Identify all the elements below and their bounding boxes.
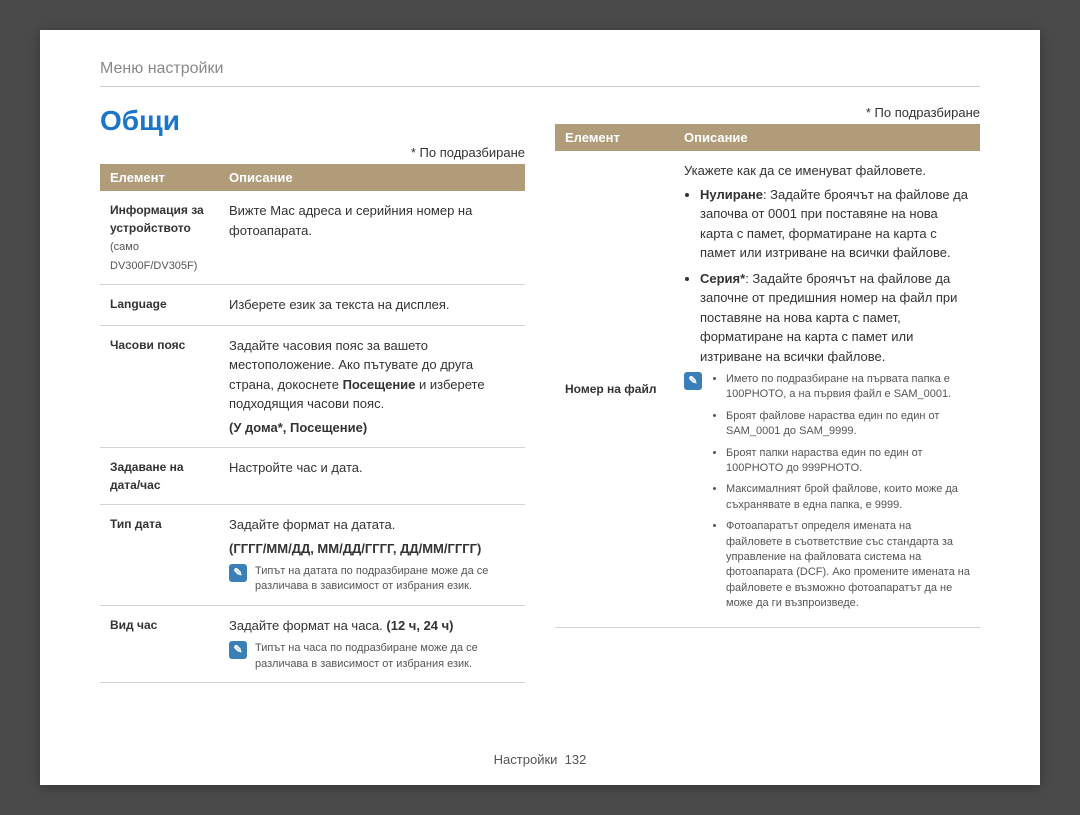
table-row: Номер на файл Укажете как да се именуват… (555, 151, 980, 628)
settings-table-right: Елемент Описание Номер на файл Укажете к… (555, 124, 980, 628)
table-row: Вид час Задайте формат на часа. (12 ч, 2… (100, 605, 525, 682)
section-title: Общи (100, 105, 525, 137)
row-desc: Задайте часовия пояс за вашето местополо… (219, 325, 525, 448)
row-desc: Укажете как да се именуват файловете. Ну… (674, 151, 980, 628)
row-desc: Настройте час и дата. (219, 448, 525, 505)
settings-table-left: Елемент Описание Информация за устройств… (100, 164, 525, 683)
note-text: Типът на датата по подразбиране може да … (255, 564, 515, 595)
th-description: Описание (674, 124, 980, 151)
row-label: Информация за устройството (само DV300F/… (100, 191, 219, 285)
row-label: Language (100, 285, 219, 326)
table-row: Задаване на дата/час Настройте час и дат… (100, 448, 525, 505)
note-box: ✎ Името по подразбиране на първата папка… (684, 372, 970, 617)
content-columns: Общи * По подразбиране Елемент Описание … (100, 105, 980, 683)
breadcrumb: Меню настройки (100, 60, 980, 87)
row-label: Вид час (100, 605, 219, 682)
row-desc: Задайте формат на датата. (ГГГГ/ММ/ДД, М… (219, 505, 525, 606)
note-icon: ✎ (229, 641, 247, 659)
note-icon: ✎ (229, 564, 247, 582)
row-desc: Изберете език за текста на дисплея. (219, 285, 525, 326)
manual-page: Меню настройки Общи * По подразбиране Ел… (40, 30, 1040, 785)
table-row: Language Изберете език за текста на дисп… (100, 285, 525, 326)
page-footer: Настройки 132 (40, 752, 1040, 767)
row-desc: Задайте формат на часа. (12 ч, 24 ч) ✎ Т… (219, 605, 525, 682)
table-row: Часови пояс Задайте часовия пояс за ваше… (100, 325, 525, 448)
note-text: Името по подразбиране на първата папка е… (710, 372, 970, 617)
table-row: Информация за устройството (само DV300F/… (100, 191, 525, 285)
default-note-left: * По подразбиране (100, 145, 525, 160)
row-desc: Вижте Mac адреса и серийния номер на фот… (219, 191, 525, 285)
left-column: Общи * По подразбиране Елемент Описание … (100, 105, 525, 683)
th-element: Елемент (100, 164, 219, 191)
row-label: Тип дата (100, 505, 219, 606)
th-element: Елемент (555, 124, 674, 151)
table-header-row: Елемент Описание (555, 124, 980, 151)
right-column: * По подразбиране Елемент Описание Номер… (555, 105, 980, 683)
row-label: Задаване на дата/час (100, 448, 219, 505)
row-label: Часови пояс (100, 325, 219, 448)
note-text: Типът на часа по подразбиране може да се… (255, 641, 515, 672)
default-note-right: * По подразбиране (555, 105, 980, 120)
note-box: ✎ Типът на датата по подразбиране може д… (229, 564, 515, 595)
th-description: Описание (219, 164, 525, 191)
note-icon: ✎ (684, 372, 702, 390)
table-row: Тип дата Задайте формат на датата. (ГГГГ… (100, 505, 525, 606)
row-label: Номер на файл (555, 151, 674, 628)
note-box: ✎ Типът на часа по подразбиране може да … (229, 641, 515, 672)
table-header-row: Елемент Описание (100, 164, 525, 191)
